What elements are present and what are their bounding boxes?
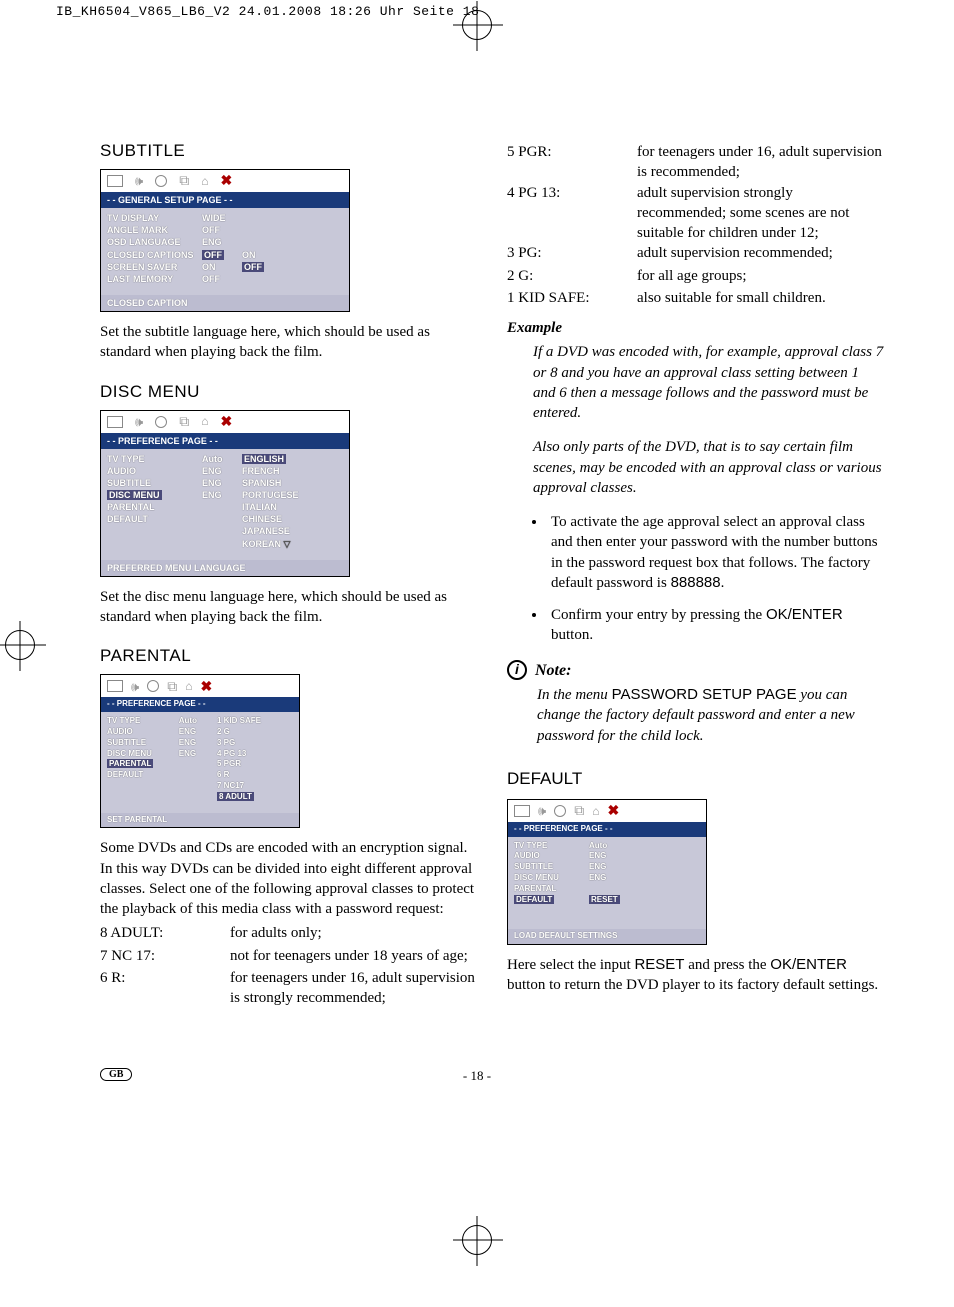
speaker-icon: 🕪 (538, 802, 546, 820)
example-paragraph: Also only parts of the DVD, that is to s… (533, 437, 884, 498)
list-item: Confirm your entry by pressing the OK/EN… (547, 605, 884, 646)
registration-mark-icon (462, 1225, 492, 1255)
example-paragraph: If a DVD was encoded with, for example, … (533, 342, 884, 423)
note-body: In the menu PASSWORD SETUP PAGE you can … (537, 685, 884, 746)
right-column: 5 PGR:for teenagers under 16, adult supe… (507, 140, 884, 1014)
registration-mark-icon (5, 630, 35, 660)
menu-iconbar: 🕪 ⧉ ⌂ ✖ (101, 170, 349, 192)
speaker-icon: 🕪 (135, 172, 143, 190)
tv-icon (107, 175, 123, 187)
lock-icon: ⌂ (201, 173, 208, 189)
left-column: SUBTITLE 🕪 ⧉ ⌂ ✖ - - GENERAL SETUP PAGE … (100, 140, 477, 1014)
lock-icon: ⌂ (592, 803, 599, 819)
parental-screenshot: 🕪⧉⌂✖ - - PREFERENCE PAGE - - TV TYPEAuto… (100, 674, 300, 828)
list-item: To activate the age approval select an a… (547, 512, 884, 593)
lock-icon: ⌂ (185, 678, 192, 694)
subtitle-menu-screenshot: 🕪 ⧉ ⌂ ✖ - - GENERAL SETUP PAGE - - TV DI… (100, 169, 350, 312)
menu-footer: CLOSED CAPTION (101, 295, 349, 311)
lock-icon: ⌂ (201, 413, 208, 429)
tv-icon (107, 416, 123, 428)
chevron-down-icon: ▽ (284, 539, 291, 549)
print-header: IB_KH6504_V865_LB6_V2 24.01.2008 18:26 U… (56, 4, 479, 19)
parental-heading: PARENTAL (100, 645, 477, 668)
menu-body: TV DISPLAYWIDE ANGLE MARKOFF OSD LANGUAG… (101, 208, 349, 295)
disc-icon (554, 805, 566, 817)
subtitle-icon: ⧉ (179, 171, 189, 190)
info-icon: i (507, 660, 527, 680)
example-heading: Example (507, 318, 884, 338)
subtitle-icon: ⧉ (179, 412, 189, 431)
subtitle-paragraph: Set the subtitle language here, which sh… (100, 322, 477, 363)
discmenu-paragraph: Set the disc menu language here, which s… (100, 587, 477, 628)
disc-icon (155, 175, 167, 187)
tv-icon (107, 680, 123, 692)
parental-ratings-list-cont: 5 PGR:for teenagers under 16, adult supe… (507, 142, 884, 310)
language-badge: GB (100, 1068, 132, 1081)
note-heading: Note: (535, 660, 571, 682)
menu-title: - - GENERAL SETUP PAGE - - (101, 192, 349, 208)
instruction-list: To activate the age approval select an a… (507, 512, 884, 646)
close-icon: ✖ (220, 412, 232, 431)
speaker-icon: 🕪 (135, 413, 143, 431)
parental-ratings-list: 8 ADULT:for adults only; 7 NC 17:not for… (100, 923, 477, 1008)
subtitle-icon: ⧉ (167, 677, 177, 696)
discmenu-screenshot: 🕪⧉⌂✖ - - PREFERENCE PAGE - - TV TYPEAuto… (100, 410, 350, 577)
speaker-icon: 🕪 (131, 678, 139, 696)
disc-icon (147, 680, 159, 692)
registration-mark-icon (462, 10, 492, 40)
default-heading: DEFAULT (507, 768, 884, 791)
close-icon: ✖ (200, 677, 212, 696)
tv-icon (514, 805, 530, 817)
close-icon: ✖ (220, 171, 232, 190)
subtitle-heading: SUBTITLE (100, 140, 477, 163)
close-icon: ✖ (607, 801, 619, 820)
parental-paragraph: Some DVDs and CDs are encoded with an en… (100, 838, 477, 919)
subtitle-icon: ⧉ (574, 801, 584, 820)
default-screenshot: 🕪⧉⌂✖ - - PREFERENCE PAGE - - TV TYPEAuto… (507, 799, 707, 945)
disc-icon (155, 416, 167, 428)
page-number: - 18 - (100, 1068, 854, 1084)
discmenu-heading: DISC MENU (100, 381, 477, 404)
default-paragraph: Here select the input RESET and press th… (507, 955, 884, 996)
